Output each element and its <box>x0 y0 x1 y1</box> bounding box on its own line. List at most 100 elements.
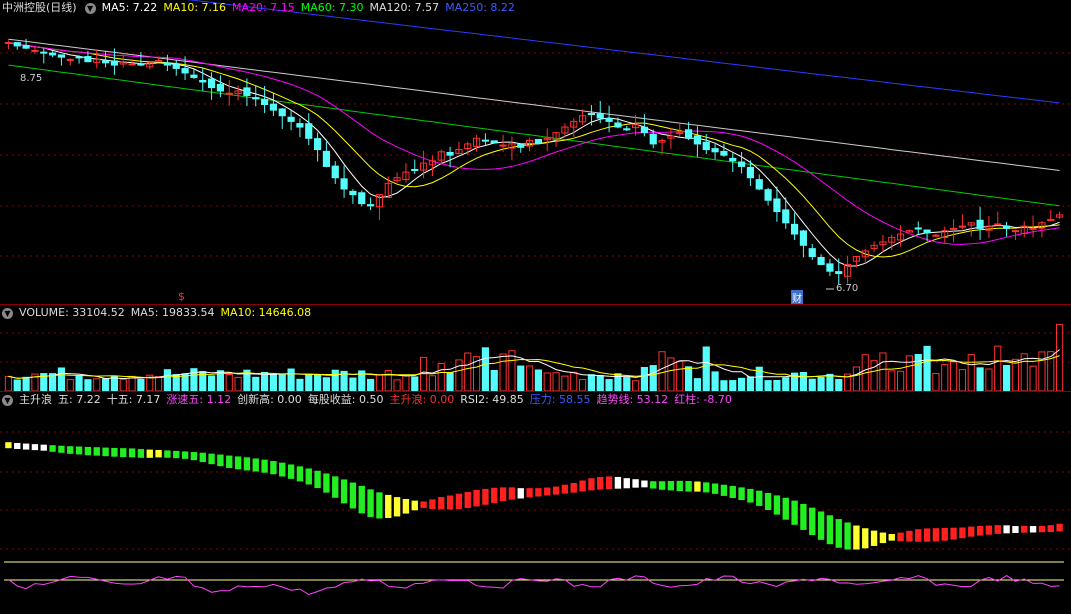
trend-bar <box>128 448 136 458</box>
volume-bar <box>490 370 498 391</box>
ma-indicator: MA20: 7.15 <box>232 1 295 14</box>
trend-bar <box>632 479 639 488</box>
ma-indicator: MA120: 7.57 <box>369 1 440 14</box>
trend-bar <box>756 490 763 506</box>
collapse-volume-icon[interactable]: ▼ <box>2 307 13 319</box>
trend-bar <box>287 464 295 479</box>
trend-bar <box>296 466 304 482</box>
volume-bar <box>1029 365 1037 391</box>
trend-bar <box>14 442 21 449</box>
trend-bar <box>67 446 74 454</box>
candle-body <box>914 227 922 230</box>
ma60-line <box>8 64 1060 207</box>
volume-bar <box>384 370 392 391</box>
trend-bar <box>146 449 153 458</box>
volume-bar <box>278 374 286 391</box>
candle-body <box>313 138 322 151</box>
volume-indicator: MA10: 14646.08 <box>220 306 312 319</box>
volume-bar <box>349 377 357 391</box>
candle-body <box>163 62 172 66</box>
volume-bar <box>66 379 74 391</box>
price-chart[interactable] <box>0 0 1071 304</box>
trend-bar <box>1029 526 1037 533</box>
volume-bar <box>737 377 746 391</box>
candle-body <box>22 44 30 49</box>
volume-panel[interactable]: ▼ VOLUME: 33104.52 MA5: 19833.54 MA10: 1… <box>0 305 1071 391</box>
trend-bar <box>623 478 630 489</box>
candle-body <box>684 129 693 139</box>
trend-bar <box>835 519 842 548</box>
trend-bar <box>535 488 542 497</box>
volume-bar <box>578 379 587 391</box>
candle-body <box>31 49 39 52</box>
candle-body <box>181 68 189 74</box>
volume-bar <box>782 377 790 391</box>
trend-bar <box>367 489 374 517</box>
candle-body <box>746 166 755 179</box>
trend-bar <box>270 461 277 475</box>
volume-bar <box>163 369 172 391</box>
candle-body <box>225 92 233 95</box>
candle-body <box>676 132 684 135</box>
candle-body <box>755 179 763 190</box>
volume-bar <box>994 345 1002 391</box>
candle-body <box>84 56 92 63</box>
indicator-panel[interactable]: ▼ 主升浪 五: 7.22 十五: 7.17 涨速五: 1.12 创新高: 0.… <box>0 392 1071 614</box>
candle-body <box>75 56 83 59</box>
candle-body <box>57 54 66 58</box>
trend-bar <box>22 443 30 450</box>
candle-body <box>48 52 57 56</box>
finance-marker[interactable]: 财 <box>791 290 803 304</box>
ma-indicator: MA5: 7.22 <box>101 1 158 14</box>
candle-body <box>720 150 728 156</box>
rsi-line <box>8 575 1060 596</box>
volume-bar <box>835 379 843 391</box>
candle-body <box>835 271 843 274</box>
trend-bar <box>323 473 330 493</box>
trend-bar <box>720 484 728 496</box>
trend-bar <box>614 476 622 489</box>
candle-body <box>216 83 225 92</box>
trend-bar <box>252 458 259 472</box>
volume-indicator: VOLUME: 33104.52 <box>19 306 125 319</box>
candle-body <box>349 190 357 196</box>
volume-bar <box>702 346 710 391</box>
candle-body <box>490 140 498 144</box>
candle-body <box>1002 225 1011 229</box>
trend-bar <box>491 487 498 503</box>
trend-bar <box>120 448 127 458</box>
volume-bar <box>958 369 967 391</box>
volume-bar <box>313 374 322 391</box>
volume-bar <box>949 361 958 391</box>
candle-body <box>40 51 48 54</box>
trend-bar <box>181 451 189 459</box>
volume-bar <box>481 347 490 391</box>
volume-bar <box>1011 358 1020 391</box>
candle-body <box>128 63 136 66</box>
trend-bar <box>853 525 860 550</box>
volume-bar <box>393 379 401 391</box>
volume-bar <box>799 371 808 391</box>
candle-body <box>729 157 737 162</box>
ma-indicator: MA60: 7.30 <box>300 1 364 14</box>
candle-body <box>790 223 799 235</box>
candle-body <box>614 122 622 128</box>
volume-bar <box>746 376 755 391</box>
collapse-indicator-icon[interactable]: ▼ <box>2 394 13 406</box>
trend-bar <box>597 476 604 490</box>
candle-body <box>199 79 207 83</box>
trend-bar <box>1056 523 1063 532</box>
indicator-chart[interactable] <box>0 392 1071 614</box>
volume-bar <box>967 354 975 391</box>
candle-body <box>411 168 419 171</box>
price-panel[interactable]: 中洲控股(日线) ▼ MA5: 7.22 MA10: 7.16 MA20: 7.… <box>0 0 1071 304</box>
candle-body <box>287 116 295 122</box>
volume-bar <box>631 380 640 391</box>
trend-bar <box>102 447 109 457</box>
volume-bar <box>13 379 21 391</box>
collapse-price-icon[interactable]: ▼ <box>84 2 96 14</box>
candle-body <box>623 128 631 131</box>
candle-body <box>640 126 649 134</box>
candle-body <box>446 151 454 156</box>
volume-bar <box>154 376 163 391</box>
